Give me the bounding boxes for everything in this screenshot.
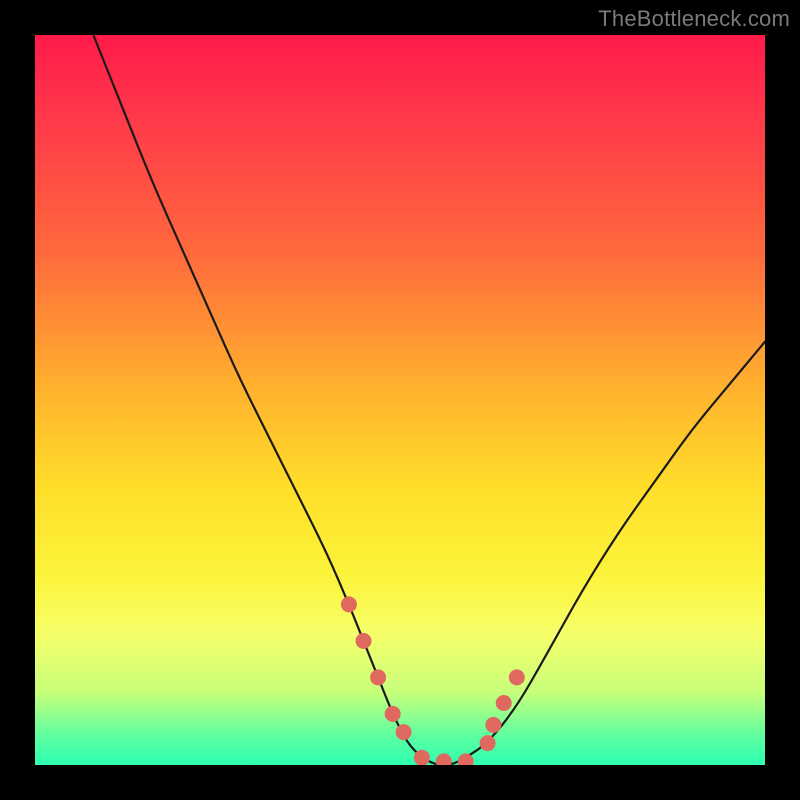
chart-svg (35, 35, 765, 765)
plot-area (35, 35, 765, 765)
marker-dot (396, 724, 412, 740)
curve-path-group (93, 35, 765, 765)
watermark-text: TheBottleneck.com (598, 6, 790, 32)
marker-dot (414, 750, 430, 765)
marker-dot (480, 735, 496, 751)
marker-dot (509, 669, 525, 685)
marker-dot (356, 633, 372, 649)
marker-dot (341, 596, 357, 612)
marker-dot (385, 706, 401, 722)
marker-dot (370, 669, 386, 685)
marker-dot (496, 695, 512, 711)
marker-dot (436, 753, 452, 765)
marker-dot (485, 717, 501, 733)
marker-dots-group (341, 596, 525, 765)
chart-frame: TheBottleneck.com (0, 0, 800, 800)
bottleneck-curve (93, 35, 765, 765)
